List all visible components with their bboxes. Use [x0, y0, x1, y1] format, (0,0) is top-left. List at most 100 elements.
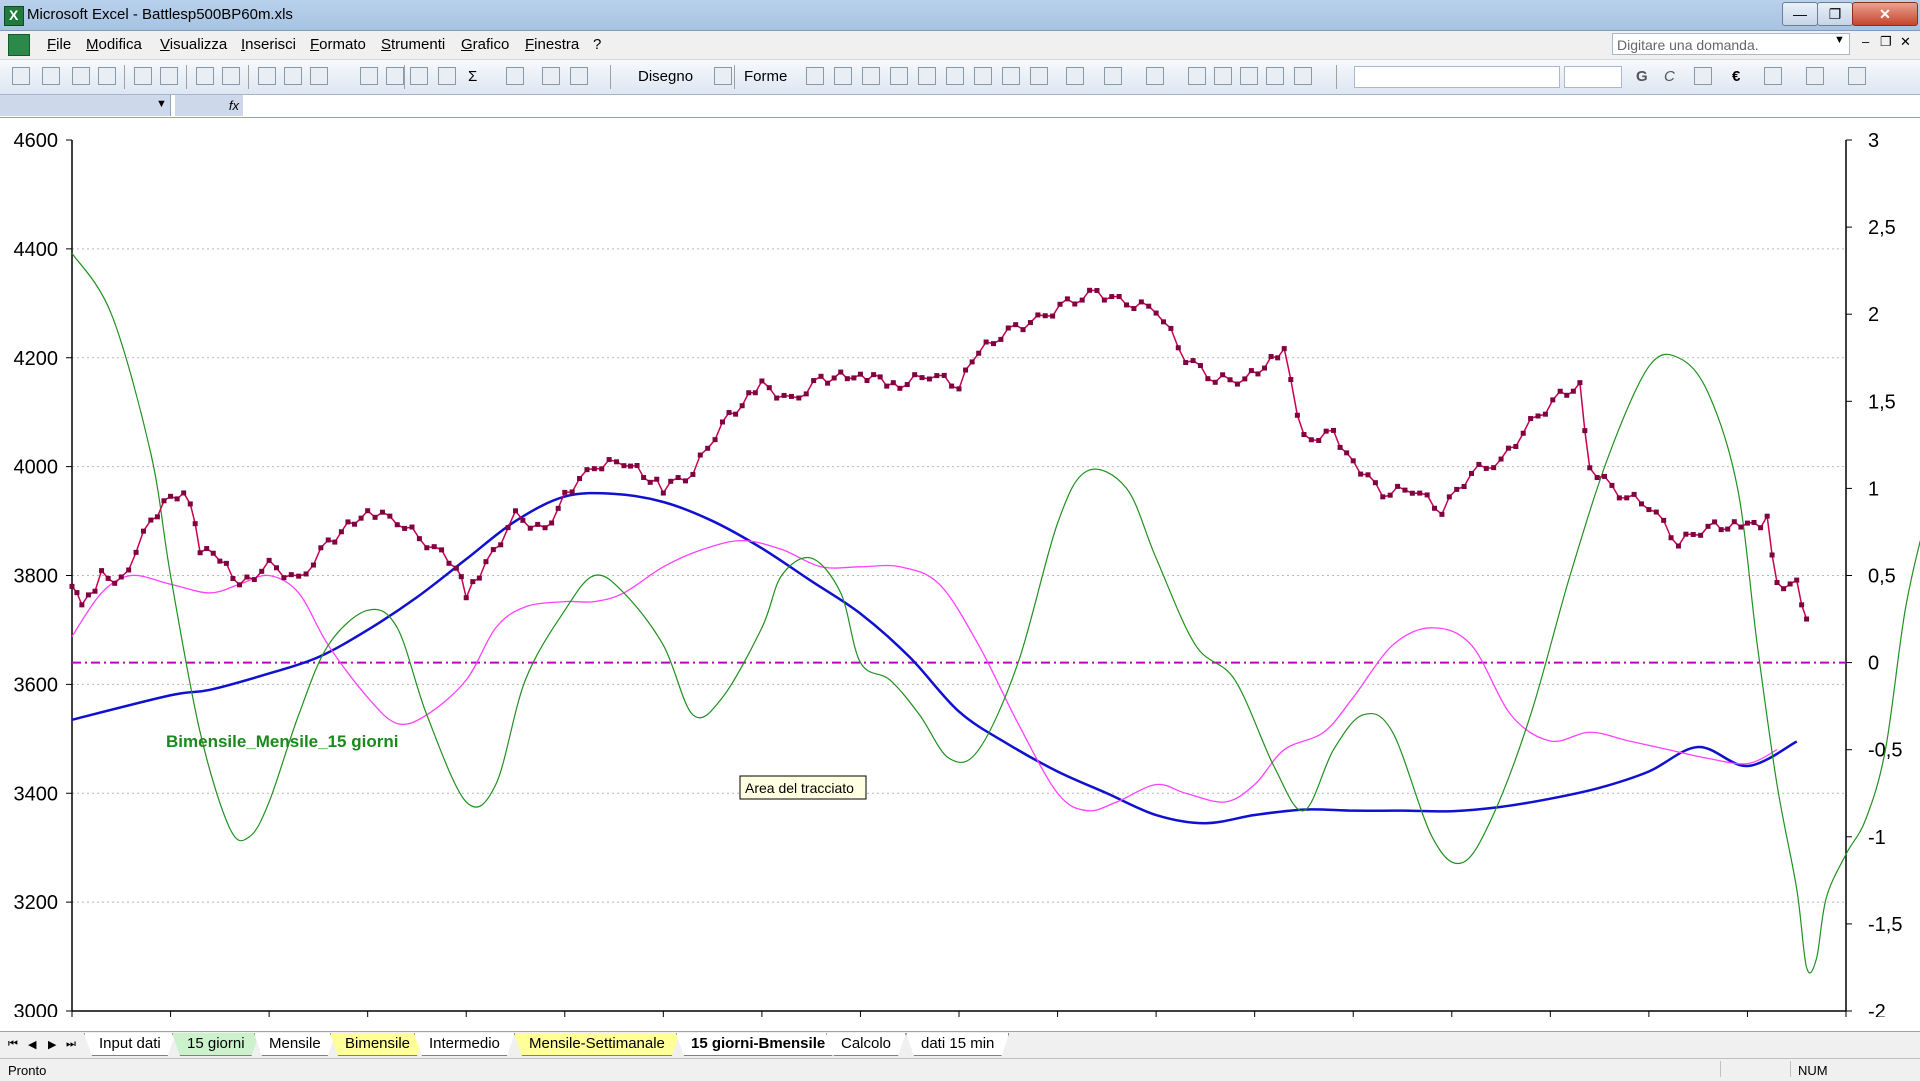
menu-inserisci[interactable]: Inserisci [241, 36, 296, 53]
wordart-icon[interactable] [946, 67, 964, 85]
save-icon[interactable] [72, 67, 90, 85]
price-point [641, 474, 647, 480]
research-icon[interactable] [222, 67, 240, 85]
workbook-icon[interactable] [8, 34, 30, 56]
diagram-icon[interactable] [974, 67, 992, 85]
doc-restore-icon[interactable]: ❐ [1880, 34, 1892, 50]
price-point [781, 392, 787, 398]
doc-close-icon[interactable]: ✕ [1900, 34, 1911, 50]
picture-icon[interactable] [1030, 67, 1048, 85]
sheet-tab-0[interactable]: Input dati [84, 1033, 176, 1056]
line-style-icon[interactable] [1188, 67, 1206, 85]
hyperlink-icon[interactable] [410, 67, 428, 85]
shadow-icon[interactable] [1266, 67, 1284, 85]
sheet-tab-1[interactable]: 15 giorni [172, 1033, 260, 1056]
price-point [1395, 483, 1401, 489]
price-point [372, 514, 378, 520]
left-tick-label: 3600 [14, 674, 59, 696]
permission-icon[interactable] [98, 67, 116, 85]
draw-menu[interactable]: Disegno [638, 68, 693, 85]
cut-icon[interactable] [258, 67, 276, 85]
shapes-menu[interactable]: Forme [744, 68, 787, 85]
undo-icon[interactable] [360, 67, 378, 85]
autosum-icon[interactable]: Σ [468, 68, 477, 85]
price-point [1190, 358, 1196, 364]
redo-icon[interactable] [386, 67, 404, 85]
print-preview-icon[interactable] [160, 67, 178, 85]
3d-icon[interactable] [1294, 67, 1312, 85]
price-point [1668, 535, 1674, 541]
font-color-icon[interactable] [1146, 67, 1164, 85]
price-point [654, 476, 660, 482]
euro-button[interactable]: € [1732, 68, 1740, 85]
line-color-icon[interactable] [1104, 67, 1122, 85]
new-icon[interactable] [12, 67, 30, 85]
sheet-tab-2[interactable]: Mensile [254, 1033, 336, 1056]
menu-grafico[interactable]: Grafico [461, 36, 509, 53]
next-sheet-icon[interactable]: ▶ [48, 1038, 56, 1051]
menu-formato[interactable]: Formato [310, 36, 366, 53]
line-icon[interactable] [806, 67, 824, 85]
menu-finestra[interactable]: Finestra [525, 36, 579, 53]
chart-wizard-icon[interactable] [438, 67, 456, 85]
open-icon[interactable] [42, 67, 60, 85]
clipart-icon[interactable] [1002, 67, 1020, 85]
spelling-icon[interactable] [196, 67, 214, 85]
menu-help[interactable]: ? [593, 36, 601, 53]
menu-strumenti[interactable]: Strumenti [381, 36, 445, 53]
ask-question-input[interactable]: Digitare una domanda. [1612, 33, 1850, 55]
font-name-combo[interactable] [1354, 66, 1560, 88]
chart-icon[interactable] [542, 67, 560, 85]
rectangle-icon[interactable] [862, 67, 880, 85]
bold-button[interactable]: G [1636, 68, 1648, 85]
borders-icon[interactable] [1764, 67, 1782, 85]
italic-button[interactable]: C [1664, 68, 1675, 85]
close-button[interactable]: ✕ [1852, 2, 1918, 26]
align-icon[interactable] [1694, 67, 1712, 85]
menu-visualizza[interactable]: Visualizza [160, 36, 227, 53]
first-sheet-icon[interactable]: ⏮ [8, 1038, 18, 1051]
dash-style-icon[interactable] [1214, 67, 1232, 85]
price-point [325, 537, 331, 543]
font-size-combo[interactable] [1564, 66, 1622, 88]
prev-sheet-icon[interactable]: ◀ [28, 1038, 36, 1051]
highlight-icon[interactable] [1806, 67, 1824, 85]
oval-icon[interactable] [890, 67, 908, 85]
chevron-down-icon[interactable]: ▼ [156, 98, 167, 110]
sheet-tab-5[interactable]: Mensile-Settimanale [514, 1033, 680, 1056]
chart-area[interactable]: 4600 4400 4200 4000 3800 3600 3400 3200 3000 3 2,5… [0, 117, 1920, 1017]
name-box[interactable]: ▼ [0, 95, 171, 116]
price-point [1316, 437, 1322, 443]
price-point [1417, 490, 1423, 496]
select-pointer-icon[interactable] [714, 67, 732, 85]
sort-icon[interactable] [506, 67, 524, 85]
arrow-style-icon[interactable] [1240, 67, 1258, 85]
sheet-tab-6[interactable]: 15 giorni-Bmensile [676, 1033, 840, 1056]
price-point [112, 580, 118, 586]
price-point [192, 521, 198, 527]
arrow-icon[interactable] [834, 67, 852, 85]
fill-color-icon[interactable] [1066, 67, 1084, 85]
sheet-tab-4[interactable]: Intermedio [414, 1033, 515, 1056]
menu-modifica[interactable]: Modifica [86, 36, 142, 53]
help-icon[interactable] [570, 67, 588, 85]
price-point [1731, 519, 1737, 525]
copy-icon[interactable] [284, 67, 302, 85]
sheet-tab-3[interactable]: Bimensile [330, 1033, 425, 1056]
sheet-tab-8[interactable]: dati 15 min [906, 1033, 1009, 1056]
last-sheet-icon[interactable]: ⏭ [66, 1038, 76, 1051]
price-point [365, 508, 371, 514]
font-color-2-icon[interactable] [1848, 67, 1866, 85]
sheet-tab-7[interactable]: Calcolo [826, 1033, 906, 1056]
fx-button[interactable]: fx [175, 95, 243, 116]
paste-icon[interactable] [310, 67, 328, 85]
doc-minimize-icon[interactable]: ‒ [1862, 34, 1869, 49]
price-point [1013, 322, 1019, 328]
maximize-button[interactable]: ❐ [1817, 2, 1853, 26]
print-icon[interactable] [134, 67, 152, 85]
menu-file[interactable]: File [47, 36, 71, 53]
minimize-button[interactable]: — [1782, 2, 1818, 26]
chevron-down-icon[interactable]: ▼ [1834, 34, 1845, 46]
price-point [904, 382, 910, 388]
textbox-icon[interactable] [918, 67, 936, 85]
